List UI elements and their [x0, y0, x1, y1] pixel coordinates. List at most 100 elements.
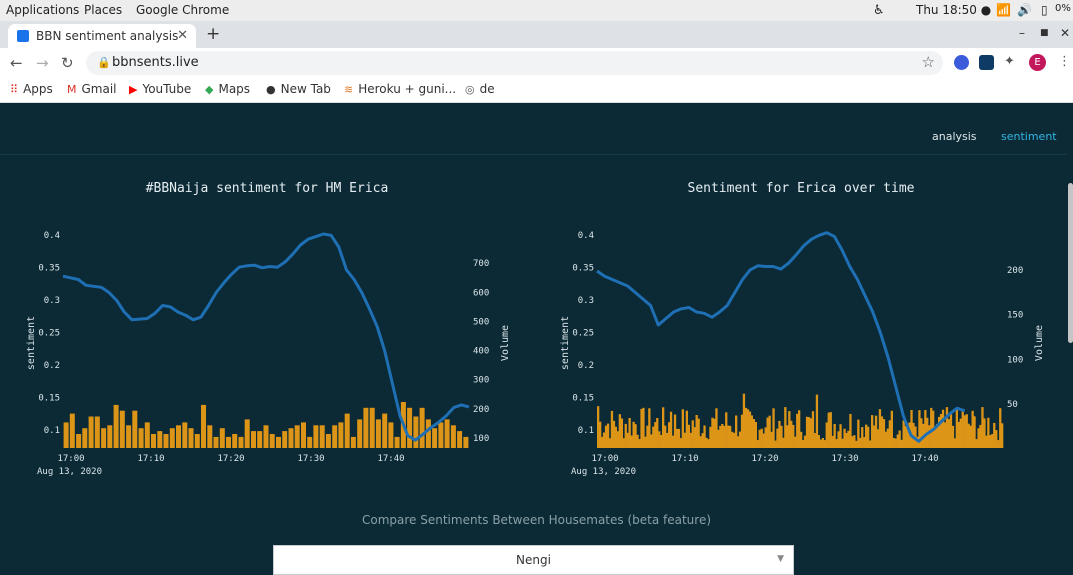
scrollbar[interactable] [1067, 103, 1073, 575]
maximize-icon[interactable]: ■ [1040, 28, 1049, 38]
nav-tab-sentiment[interactable]: sentiment [1001, 130, 1057, 143]
lock-icon[interactable]: 🔒 [97, 56, 111, 69]
volume-bar [855, 440, 858, 448]
housemate-dropdown[interactable]: Nengi ▼ [273, 545, 794, 575]
react-devtools-icon[interactable] [979, 55, 994, 70]
forward-icon[interactable]: → [36, 54, 49, 72]
os-top-bar: Applications Places Google Chrome ♿ Thu … [0, 0, 1073, 22]
browser-tab[interactable]: BBN sentiment analysis ✕ [8, 24, 196, 48]
y2-axis-title: Volume [500, 325, 511, 361]
volume-bar [786, 425, 789, 448]
volume-bar [251, 431, 256, 448]
volume-bar [920, 418, 923, 448]
volume-bar [993, 422, 996, 448]
x-tick-label: 17:30 [831, 454, 858, 464]
volume-bar [744, 407, 748, 448]
volume-icon[interactable]: 🔊 [1017, 3, 1032, 17]
volume-bar [169, 428, 175, 448]
minimize-icon[interactable]: – [1019, 26, 1025, 40]
bookmark-new-tab[interactable]: ● New Tab [266, 82, 331, 96]
bookmark-youtube[interactable]: ▶ YouTube [129, 82, 191, 96]
compare-label: Compare Sentiments Between Housemates (b… [361, 513, 712, 527]
volume-bar [226, 436, 231, 448]
volume-bar [213, 436, 219, 448]
volume-bar [738, 431, 742, 448]
battery-percent: 0% [1055, 3, 1071, 14]
places-menu[interactable]: Places [84, 3, 122, 17]
bookmark-apps[interactable]: ⠿ Apps [10, 82, 53, 96]
y2-tick-label: 200 [1007, 266, 1023, 276]
extension-icon[interactable] [954, 55, 969, 70]
nav-tab-analysis[interactable]: analysis [932, 130, 977, 143]
volume-bar [949, 412, 953, 448]
close-tab-icon[interactable]: ✕ [177, 28, 188, 43]
volume-bar [618, 414, 621, 448]
bookmark-gmail[interactable]: M Gmail [67, 82, 117, 96]
volume-bar [638, 439, 641, 448]
browser-toolbar: ← → ↻ 🔒 bbnsents.live ☆ ✦ E ⋮ [0, 48, 1073, 78]
volume-bar [344, 413, 350, 448]
volume-bar [713, 418, 716, 448]
volume-bar [269, 434, 275, 448]
bookmark-heroku[interactable]: ≋ Heroku + guni... [344, 82, 456, 96]
address-bar[interactable]: 🔒 bbnsents.live ☆ [86, 51, 943, 75]
volume-bar [307, 436, 313, 448]
volume-bar [699, 436, 702, 448]
volume-bar [981, 407, 984, 448]
url-text[interactable]: bbnsents.live [112, 55, 199, 70]
browser-app-menu[interactable]: Google Chrome [136, 3, 229, 17]
reload-icon[interactable]: ↻ [61, 54, 74, 72]
sentiment-line [596, 231, 966, 443]
x-tick-label: 17:40 [377, 454, 404, 464]
volume-bar [630, 435, 633, 448]
wifi-icon[interactable]: 📶 [996, 3, 1011, 17]
volume-bar [953, 438, 956, 448]
page-content: analysis sentiment #BBNaija sentiment fo… [0, 103, 1073, 575]
volume-bar [878, 409, 882, 448]
bookmark-star-icon[interactable]: ☆ [922, 53, 935, 71]
y-tick-label: 0.3 [44, 296, 60, 306]
volume-bar [987, 417, 990, 448]
battery-icon[interactable]: ▯ [1041, 3, 1048, 17]
applications-menu[interactable]: Applications [6, 3, 79, 17]
volume-bar [867, 426, 870, 448]
accessibility-icon[interactable]: ♿ [873, 3, 885, 18]
back-icon[interactable]: ← [10, 54, 23, 72]
close-window-icon[interactable]: ✕ [1060, 26, 1070, 40]
y2-axis-title: Volume [1034, 325, 1045, 361]
volume-bar [827, 412, 830, 448]
bookmark-de[interactable]: ◎ de [465, 82, 495, 96]
x-tick-label: 17:00 [57, 454, 84, 464]
volume-bar [691, 420, 694, 448]
volume-bar [600, 436, 604, 448]
profile-avatar[interactable]: E [1029, 54, 1046, 71]
scrollbar-thumb[interactable] [1068, 183, 1073, 343]
bookmark-maps[interactable]: ◆ Maps [205, 82, 250, 96]
volume-bar [752, 419, 755, 448]
volume-bar [995, 430, 998, 448]
volume-bar [847, 430, 850, 448]
youtube-icon: ▶ [129, 82, 138, 96]
new-tab-icon[interactable]: + [206, 24, 220, 44]
volume-bar [88, 416, 94, 448]
y2-tick-label: 200 [473, 405, 489, 415]
volume-bar [900, 439, 903, 448]
volume-bar [432, 428, 438, 448]
volume-bar [144, 422, 150, 448]
volume-bar [979, 424, 982, 448]
volume-bar [608, 438, 612, 448]
volume-bar [413, 416, 419, 448]
menu-kebab-icon[interactable]: ⋮ [1058, 54, 1071, 69]
y2-tick-label: 500 [473, 317, 489, 327]
volume-bar [859, 437, 862, 448]
y2-tick-label: 100 [1007, 355, 1023, 365]
clock[interactable]: Thu 18:50 ● [916, 3, 991, 17]
y-tick-label: 0.25 [38, 329, 60, 339]
volume-bar [363, 407, 369, 448]
volume-bar [419, 407, 425, 448]
extensions-puzzle-icon[interactable]: ✦ [1004, 54, 1015, 69]
y-axis-title: sentiment [560, 316, 571, 370]
chevron-down-icon[interactable]: ▼ [777, 554, 784, 564]
volume-bar [610, 410, 614, 448]
volume-bar [792, 424, 795, 448]
